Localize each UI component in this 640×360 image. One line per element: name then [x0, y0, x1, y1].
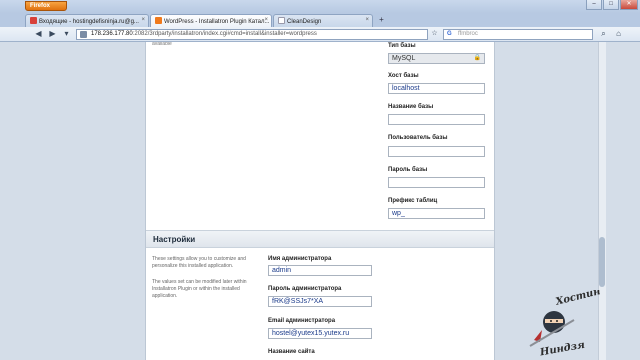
close-tab-icon[interactable]: × — [264, 17, 268, 23]
watermark-line1: Хостинг — [554, 290, 600, 308]
firefox-menu-button[interactable]: Firefox — [25, 1, 67, 11]
settings-note: The values set can be modified later wit… — [152, 279, 247, 299]
settings-section-heading: Настройки — [146, 230, 494, 248]
admin-password-label: Пароль администратора — [268, 286, 342, 292]
db-type-value: MySQL — [392, 55, 416, 62]
scrollbar-thumb[interactable] — [599, 237, 605, 287]
url-path: :2082/3rdparty/installatron/index.cgi#cm… — [132, 31, 317, 37]
admin-username-label: Имя администратора — [268, 256, 332, 262]
gmail-icon — [30, 17, 37, 24]
site-identity-icon — [80, 31, 87, 38]
search-icon[interactable]: ⌕ — [598, 29, 609, 40]
table-prefix-label: Префикс таблиц — [388, 198, 438, 204]
db-password-label: Пароль базы — [388, 167, 428, 173]
admin-username-field[interactable]: admin — [268, 265, 372, 276]
db-host-label: Хост базы — [388, 73, 419, 79]
tab-label: Входящие - hostingdefisninja.ru@g... — [39, 19, 139, 25]
ninja-eyes-band — [545, 319, 563, 323]
url-host: 178.236.177.80 — [91, 31, 133, 37]
home-icon[interactable]: ⌂ — [613, 29, 624, 40]
db-type-field: MySQL 🔒 — [388, 53, 485, 64]
db-host-field[interactable]: localhost — [388, 83, 485, 94]
back-icon[interactable]: ◀ — [33, 29, 44, 40]
tab-label: CleanDesign — [287, 19, 322, 25]
close-tab-icon[interactable]: × — [141, 17, 145, 23]
blank-page-icon — [278, 17, 285, 24]
title-bar: Firefox – □ ✕ — [0, 0, 640, 13]
history-dropdown-icon[interactable]: ▾ — [61, 29, 72, 40]
settings-description: These settings allow you to customize an… — [152, 256, 246, 269]
close-window-button[interactable]: ✕ — [620, 0, 638, 10]
availability-note: available — [152, 42, 172, 47]
google-icon: G — [447, 31, 452, 37]
tab-strip: Входящие - hostingdefisninja.ru@g... × W… — [0, 13, 640, 27]
forward-icon[interactable]: ▶ — [47, 29, 58, 40]
db-name-field[interactable] — [388, 114, 485, 125]
installer-panel: available Тип базы MySQL 🔒 Хост базы loca… — [145, 42, 495, 360]
url-bar[interactable]: 178.236.177.80:2082/3rdparty/installatro… — [76, 29, 428, 40]
admin-password-field[interactable]: fRK@SSJs7*XA — [268, 296, 372, 307]
db-name-label: Название базы — [388, 104, 434, 110]
admin-email-label: Email администратора — [268, 318, 336, 324]
hosting-ninja-logo: Хостинг Ниндзя — [529, 290, 600, 356]
table-prefix-field[interactable]: wp_ — [388, 208, 485, 219]
tab-wordpress[interactable]: WordPress - Installatron Plugin Катал...… — [150, 14, 272, 27]
db-user-label: Пользователь базы — [388, 135, 448, 141]
navigation-bar: ◀ ▶ ▾ 178.236.177.80:2082/3rdparty/insta… — [0, 27, 640, 42]
watermark-line2: Ниндзя — [538, 340, 586, 356]
new-tab-button[interactable]: + — [376, 16, 387, 26]
tab-gmail[interactable]: Входящие - hostingdefisninja.ru@g... × — [25, 14, 149, 27]
search-bar[interactable]: G ffmbroc — [443, 29, 593, 40]
tab-cleandesign[interactable]: CleanDesign × — [273, 14, 373, 27]
lock-icon: 🔒 — [473, 55, 481, 61]
bookmark-star-icon[interactable]: ☆ — [429, 29, 440, 40]
cpanel-icon — [155, 17, 162, 24]
minimize-button[interactable]: – — [586, 0, 602, 10]
tab-label: WordPress - Installatron Plugin Катал... — [164, 19, 270, 25]
close-tab-icon[interactable]: × — [365, 17, 369, 23]
db-user-field[interactable] — [388, 146, 485, 157]
site-name-label: Название сайта — [268, 349, 315, 355]
admin-email-field[interactable]: hostel@yutex15.yutex.ru — [268, 328, 372, 339]
db-type-label: Тип базы — [388, 43, 416, 49]
search-input[interactable]: ffmbroc — [458, 31, 478, 37]
maximize-button[interactable]: □ — [603, 0, 619, 10]
db-password-field[interactable] — [388, 177, 485, 188]
